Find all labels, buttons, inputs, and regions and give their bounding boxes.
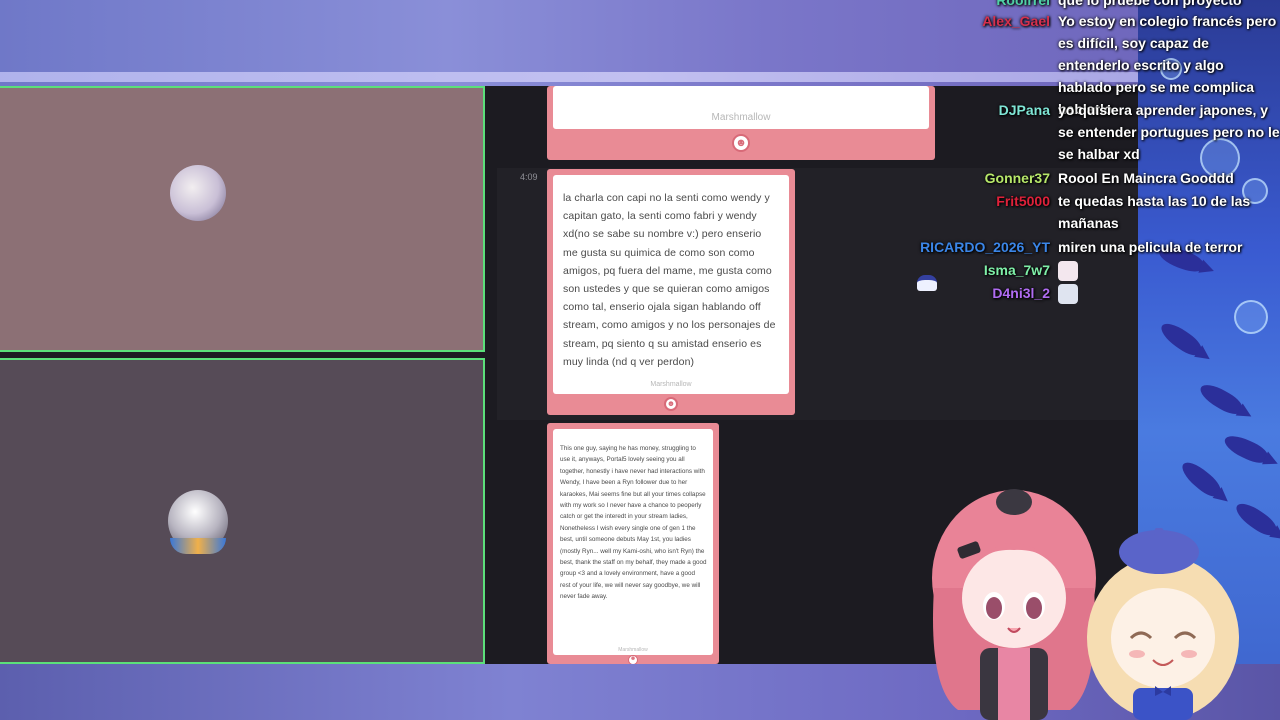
card-body: la charla con capi no la senti como wend… (553, 175, 789, 394)
mascot-icon (917, 275, 937, 291)
card-timestamp: 4:09 (520, 172, 538, 182)
emote-icon (1058, 261, 1078, 282)
marshmallow-card: la charla con capi no la senti como wend… (547, 169, 795, 415)
marshmallow-logo-icon: ☻ (664, 397, 678, 411)
card-brand: Marshmallow (711, 112, 771, 123)
chat-username: Frit5000 (996, 193, 1050, 209)
vtuber-model-pink (932, 489, 1096, 720)
marshmallow-logo-icon: ☻ (732, 134, 750, 152)
cam-panel-top (0, 86, 485, 352)
cam-panel-bottom (0, 358, 485, 664)
card-brand: Marshmallow (618, 647, 648, 653)
chat-text: Roool En Maincra Gooddd (1058, 170, 1234, 186)
fish-decoration (1156, 318, 1206, 360)
chat-message: Frit5000 te quedas hasta las 10 de las m… (880, 190, 1280, 234)
chat-overlay: Rooirrel que lo pruebe con proyecto Alex… (880, 0, 1280, 320)
fish-decoration (1177, 457, 1225, 501)
chat-text: te quedas hasta las 10 de las mañanas (1058, 193, 1251, 231)
card-body: This one guy, saying he has money, strug… (553, 429, 713, 655)
marshmallow-card: Marshmallow ☻ (547, 86, 935, 160)
vtuber-model-blonde (1087, 528, 1239, 720)
chat-username: DJPana (998, 102, 1050, 118)
chat-username: Isma_7w7 (983, 262, 1050, 278)
fish-decoration (1221, 431, 1271, 467)
card-message: This one guy, saying he has money, strug… (560, 445, 707, 601)
fish-decoration (1196, 379, 1246, 419)
card-brand: Marshmallow (650, 381, 692, 388)
chat-message: DJPana yo quisiera aprender japones, y s… (880, 99, 1280, 165)
bowl-icon (170, 538, 226, 554)
chat-message: Isma_7w7 (880, 259, 1280, 282)
chat-text (1058, 282, 1280, 305)
chat-username: RICARDO_2026_YT (920, 239, 1050, 255)
avatar (168, 490, 228, 554)
chat-message: Gonner37 Roool En Maincra Gooddd (880, 167, 1280, 189)
chat-message: RICARDO_2026_YT miren una pelicula de te… (880, 236, 1280, 258)
chat-text: miren una pelicula de terror (1058, 239, 1243, 255)
emote-icon (1058, 284, 1078, 305)
avatar (170, 165, 226, 221)
chat-text (1058, 259, 1280, 282)
chat-username: Gonner37 (984, 170, 1050, 186)
chat-username: D4ni3l_2 (992, 285, 1050, 301)
chat-message: D4ni3l_2 (880, 282, 1280, 305)
chat-text: yo quisiera aprender japones, y se enten… (1058, 102, 1280, 162)
card-message: la charla con capi no la senti como wend… (563, 192, 776, 368)
marshmallow-card: This one guy, saying he has money, strug… (547, 423, 719, 665)
chat-username: Alex_Gael (982, 13, 1050, 29)
chat-message: Alex_Gael Yo estoy en colegio francés pe… (880, 10, 1280, 117)
